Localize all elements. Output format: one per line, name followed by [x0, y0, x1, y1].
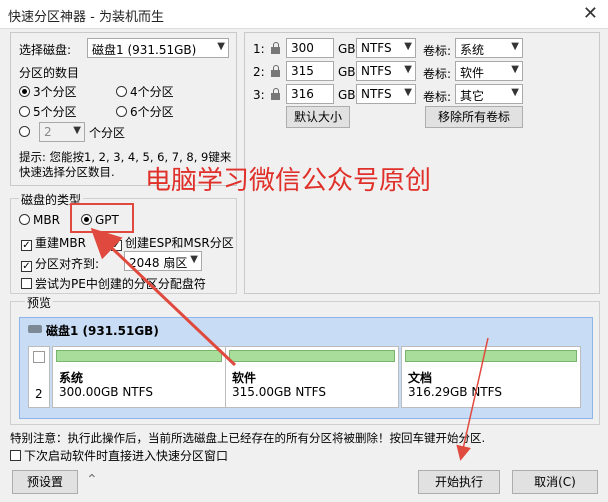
annotation-arrow-to-start	[456, 337, 489, 461]
annotation-arrows	[90, 227, 489, 461]
annotation-arrow-to-gpt	[90, 227, 237, 367]
